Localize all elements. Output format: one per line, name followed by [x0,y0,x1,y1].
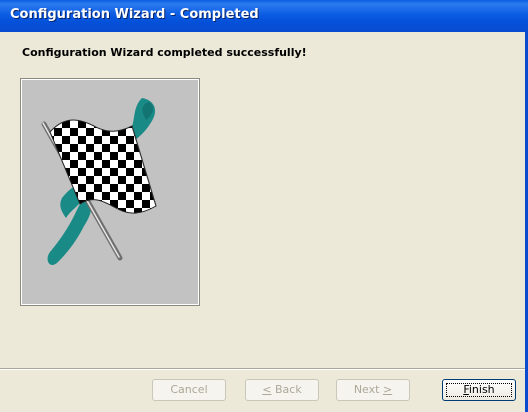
next-button[interactable]: Next > [336,379,410,401]
next-label: Next [353,383,383,396]
cancel-button[interactable]: Cancel [152,379,226,401]
wizard-image [20,78,200,306]
cancel-label: Cancel [170,383,208,396]
button-separator [0,368,525,370]
back-button[interactable]: < Back [245,379,319,401]
finish-button[interactable]: Finish [442,379,516,401]
checkered-flag-icon [41,98,157,265]
window-title: Configuration Wizard - Completed [10,7,259,22]
completion-heading: Configuration Wizard completed successfu… [22,46,307,59]
back-mnemonic: < [262,383,272,396]
title-bar[interactable]: Configuration Wizard - Completed [0,0,528,32]
back-label: Back [271,383,302,396]
focus-rectangle [446,383,512,397]
next-mnemonic: > [382,383,393,396]
wizard-window: Configuration Wizard - Completed Configu… [0,0,528,412]
